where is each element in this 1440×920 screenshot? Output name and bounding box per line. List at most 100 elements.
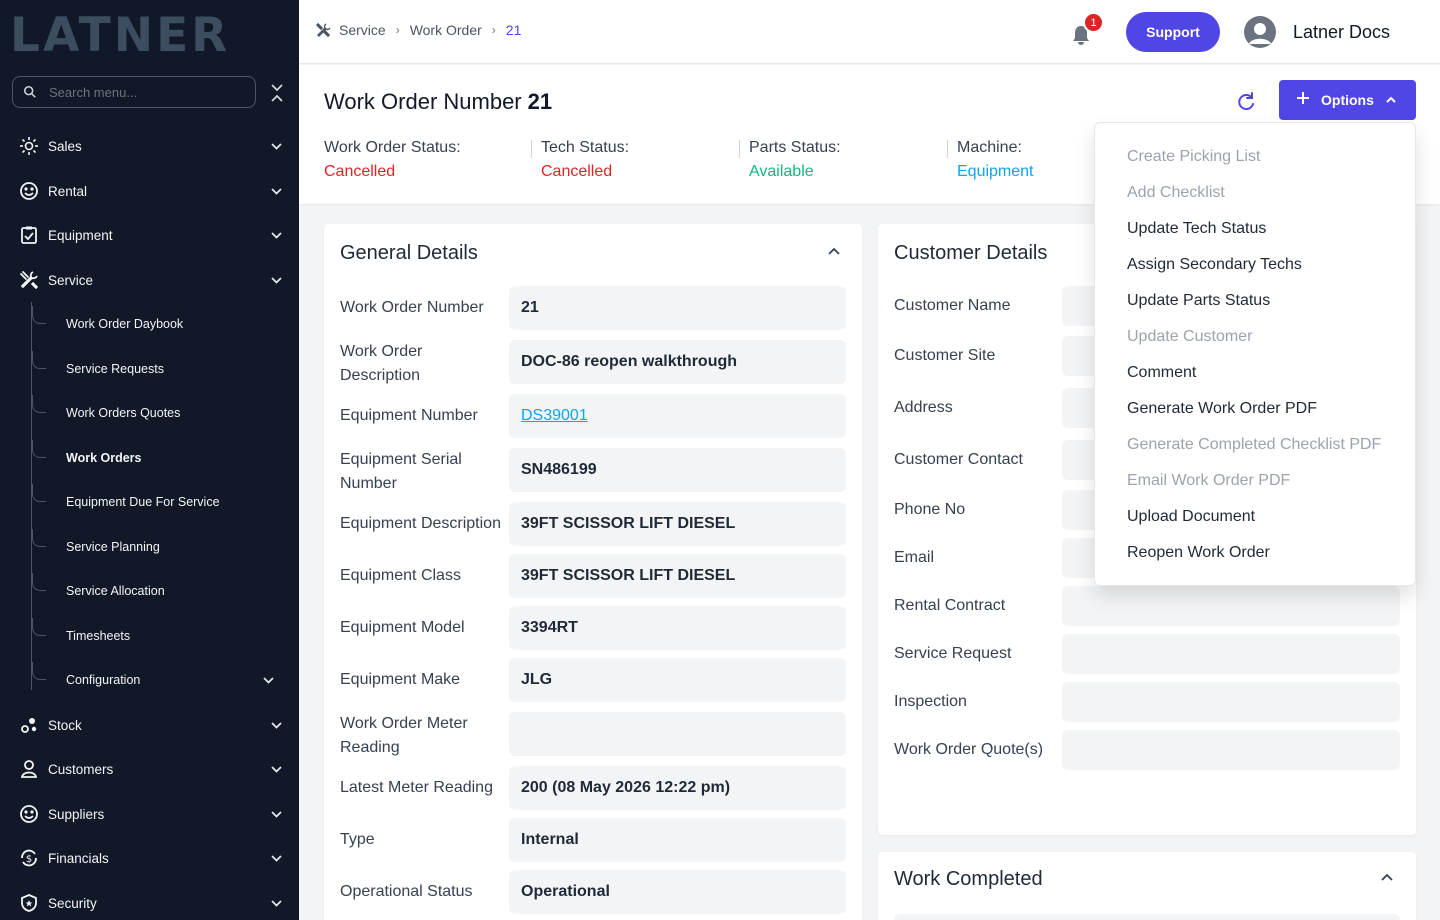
- search-icon: [23, 85, 36, 98]
- status-label: Parts Status:: [749, 139, 841, 156]
- field-label: Work Order Description: [340, 343, 423, 384]
- menu-item-update-parts-status[interactable]: Update Parts Status: [1127, 289, 1270, 313]
- sidebar-item-security[interactable]: Security: [0, 883, 299, 920]
- field-value-box: 3394RT: [509, 606, 846, 650]
- menu-item-assign-secondary-techs[interactable]: Assign Secondary Techs: [1127, 253, 1302, 277]
- menu-item-update-customer: Update Customer: [1127, 328, 1253, 345]
- card-title: General Details: [340, 242, 478, 264]
- breadcrumb-service[interactable]: Service: [339, 22, 386, 38]
- tree-connector: [32, 529, 46, 547]
- sidebar-subitem-label: Service Requests: [66, 362, 164, 376]
- menu-item-generate-work-order-pdf[interactable]: Generate Work Order PDF: [1127, 397, 1317, 421]
- page-title-label: Work Order Number: [324, 89, 522, 114]
- chevron-down-icon: [271, 810, 282, 818]
- user-name[interactable]: Latner Docs: [1293, 22, 1390, 43]
- sidebar-subitem-work-order-daybook[interactable]: Work Order Daybook: [32, 306, 299, 342]
- sidebar-subitem-label: Equipment Due For Service: [66, 495, 220, 509]
- support-button[interactable]: Support: [1126, 12, 1220, 52]
- sidebar-item-sales[interactable]: Sales: [0, 126, 299, 166]
- chevron-down-icon: [271, 187, 282, 195]
- sidebar-subitem-service-allocation[interactable]: Service Allocation: [32, 573, 299, 609]
- chevron-up-icon[interactable]: [1380, 871, 1394, 885]
- field-label: Equipment Serial Number: [340, 451, 462, 492]
- breadcrumb-current: 21: [505, 22, 522, 38]
- sidebar-subitem-equipment-due-for-service[interactable]: Equipment Due For Service: [32, 484, 299, 520]
- tree-connector: [32, 351, 46, 369]
- sidebar-item-suppliers[interactable]: Suppliers: [0, 794, 299, 834]
- field-label: Work Order Quote(s): [894, 741, 1044, 758]
- sidebar-subitem-work-orders[interactable]: Work Orders: [32, 440, 299, 476]
- parts-status: Parts Status: Available: [749, 139, 841, 187]
- menu-search-input[interactable]: [49, 84, 239, 100]
- menu-search-box[interactable]: [12, 76, 256, 108]
- sidebar-item-stock[interactable]: Stock: [0, 705, 299, 745]
- options-label: Options: [1321, 92, 1374, 108]
- sidebar-item-label: Rental: [48, 183, 88, 199]
- card-title: Customer Details: [894, 242, 1048, 264]
- sidebar-item-equipment[interactable]: Equipment: [0, 215, 299, 255]
- avatar[interactable]: [1244, 16, 1276, 48]
- options-button[interactable]: Options: [1279, 80, 1416, 120]
- field-value-box: SN486199: [509, 448, 846, 492]
- work-order-status: Work Order Status: Cancelled: [324, 139, 461, 187]
- sidebar-subitem-timesheets[interactable]: Timesheets: [32, 618, 299, 654]
- chevron-up-icon[interactable]: [827, 245, 841, 259]
- chevron-down-icon: [271, 231, 282, 239]
- chevron-down-icon: [271, 276, 282, 284]
- menu-item-upload-document[interactable]: Upload Document: [1127, 505, 1255, 529]
- sidebar-subitem-work-orders-quotes[interactable]: Work Orders Quotes: [32, 395, 299, 431]
- machine-link[interactable]: Equipment: [957, 163, 1034, 181]
- sidebar-subitem-label: Work Orders Quotes: [66, 406, 181, 420]
- field-value: 39FT SCISSOR LIFT DIESEL: [521, 515, 736, 532]
- menu-item-reopen-work-order[interactable]: Reopen Work Order: [1127, 541, 1270, 565]
- sidebar-subitem-configuration[interactable]: Configuration: [32, 662, 299, 698]
- work-order-number: 21: [527, 89, 553, 114]
- tree-connector: [32, 662, 46, 680]
- field-value-box: [1062, 634, 1400, 674]
- chevron-down-icon: [271, 854, 282, 862]
- field-label: Operational Status: [340, 883, 473, 900]
- field-label: Rental Contract: [894, 597, 1006, 614]
- collapse-sidebar-icon[interactable]: [268, 82, 286, 104]
- field-value: Operational: [521, 883, 610, 900]
- field-label: Equipment Make: [340, 671, 461, 688]
- latner-logo[interactable]: LATNER: [10, 12, 230, 59]
- sidebar-item-label: Service: [48, 272, 94, 288]
- sidebar-item-customers[interactable]: Customers: [0, 749, 299, 789]
- work-completed-field: [894, 914, 1400, 920]
- menu-item-update-tech-status[interactable]: Update Tech Status: [1127, 217, 1266, 241]
- chevron-down-icon: [271, 765, 282, 773]
- machine-status: Machine: Equipment: [957, 139, 1034, 187]
- sidebar-subitem-label: Work Orders: [66, 451, 142, 465]
- field-label: Equipment Number: [340, 407, 478, 424]
- sidebar: LATNER Sales Rental Equipment Service Work …: [0, 0, 299, 920]
- chevron-down-icon: [271, 721, 282, 729]
- sidebar-item-financials[interactable]: $ Financials: [0, 838, 299, 878]
- clipboard-icon: [19, 225, 39, 245]
- plus-icon: [1297, 92, 1309, 104]
- divider: [531, 140, 532, 158]
- rental-icon: [19, 181, 39, 201]
- field-label: Phone No: [894, 501, 966, 518]
- field-value: 3394RT: [521, 619, 578, 636]
- user-icon: [19, 759, 39, 779]
- field-value-box: 200 (08 May 2026 12:22 pm): [509, 766, 846, 810]
- equipment-number-link[interactable]: DS39001: [521, 407, 588, 425]
- field-value: 21: [521, 299, 539, 316]
- field-label: Service Request: [894, 645, 1012, 662]
- field-value-box: [1062, 730, 1400, 770]
- sidebar-subitem-service-planning[interactable]: Service Planning: [32, 529, 299, 565]
- field-label: Equipment Model: [340, 619, 465, 636]
- sidebar-item-label: Equipment: [48, 227, 113, 243]
- tree-connector: [32, 618, 46, 636]
- menu-item-comment[interactable]: Comment: [1127, 361, 1196, 385]
- breadcrumb-separator-icon: ›: [491, 23, 496, 37]
- status-value: Cancelled: [541, 163, 613, 180]
- sidebar-subitem-label: Configuration: [66, 673, 141, 687]
- breadcrumb-work-order[interactable]: Work Order: [410, 22, 482, 38]
- refresh-icon[interactable]: [1235, 91, 1257, 113]
- sidebar-item-service[interactable]: Service: [0, 260, 299, 300]
- field-label: Work Order Number: [340, 299, 484, 316]
- sidebar-item-rental[interactable]: Rental: [0, 171, 299, 211]
- sidebar-subitem-service-requests[interactable]: Service Requests: [32, 351, 299, 387]
